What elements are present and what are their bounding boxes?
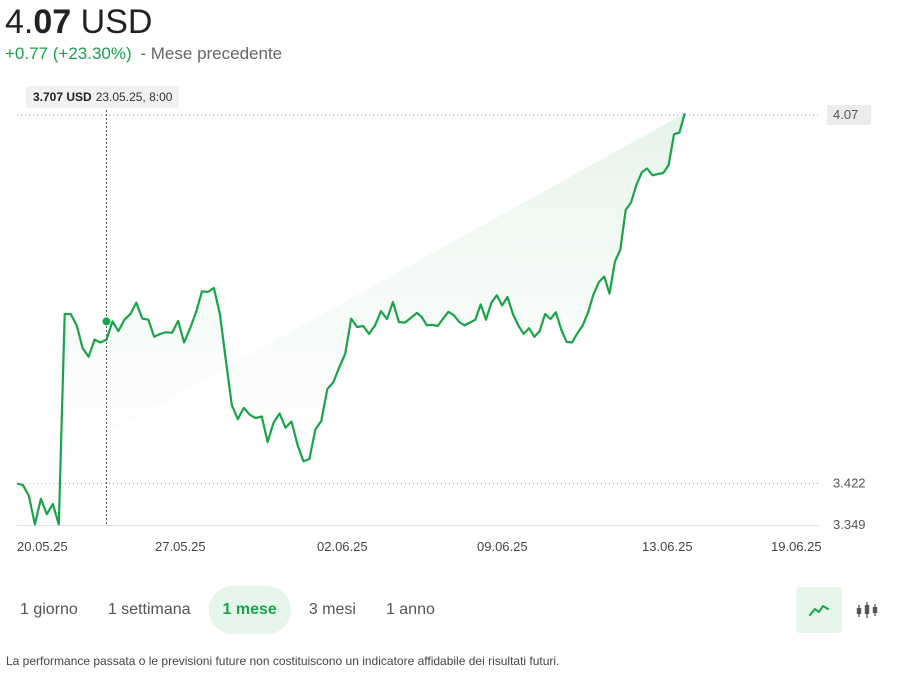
tooltip-value: 3.707 USD bbox=[33, 90, 92, 104]
line-chart-button[interactable] bbox=[796, 587, 842, 633]
tooltip-datetime: 23.05.25, 8:00 bbox=[95, 90, 173, 104]
price-change: +0.77 (+23.30%) - Mese precedente bbox=[5, 44, 282, 64]
x-tick-label: 27.05.25 bbox=[155, 539, 206, 554]
current-price: 4.07 USD bbox=[5, 2, 152, 42]
time-range-selector: 1 giorno 1 settimana 1 mese 3 mesi 1 ann… bbox=[8, 586, 453, 634]
x-tick-label: 20.05.25 bbox=[17, 539, 68, 554]
price-chart[interactable]: 3.349 3.422 4.07 20.05.25 27.05.25 02.06.25 09… bbox=[0, 100, 900, 560]
candlestick-chart-button[interactable] bbox=[844, 587, 890, 633]
price-currency: USD bbox=[80, 3, 153, 41]
candlestick-icon bbox=[856, 602, 878, 618]
x-tick-label: 13.06.25 bbox=[642, 539, 693, 554]
x-tick-label: 19.06.25 bbox=[771, 539, 822, 554]
crosshair-tooltip: 3.707 USD 23.05.25, 8:00 bbox=[26, 86, 180, 108]
range-3-months[interactable]: 3 mesi bbox=[297, 586, 368, 634]
change-value: +0.77 (+23.30%) bbox=[5, 44, 132, 63]
change-period: - Mese precedente bbox=[140, 44, 283, 63]
y-tick-label: 3.422 bbox=[833, 475, 866, 490]
crosshair-dot bbox=[102, 317, 111, 326]
x-tick-label: 09.06.25 bbox=[477, 539, 528, 554]
price-integer: 4. bbox=[5, 3, 34, 41]
range-1-day[interactable]: 1 giorno bbox=[8, 586, 90, 634]
x-tick-label: 02.06.25 bbox=[317, 539, 368, 554]
range-1-week[interactable]: 1 settimana bbox=[96, 586, 203, 634]
range-1-month[interactable]: 1 mese bbox=[208, 586, 291, 634]
price-decimal: 07 bbox=[33, 3, 72, 41]
disclaimer-text: La performance passata o le previsioni f… bbox=[6, 654, 560, 668]
range-1-year[interactable]: 1 anno bbox=[374, 586, 447, 634]
y-tick-label: 4.07 bbox=[833, 107, 858, 122]
y-tick-label: 3.349 bbox=[833, 517, 866, 532]
line-chart-icon bbox=[809, 605, 829, 616]
